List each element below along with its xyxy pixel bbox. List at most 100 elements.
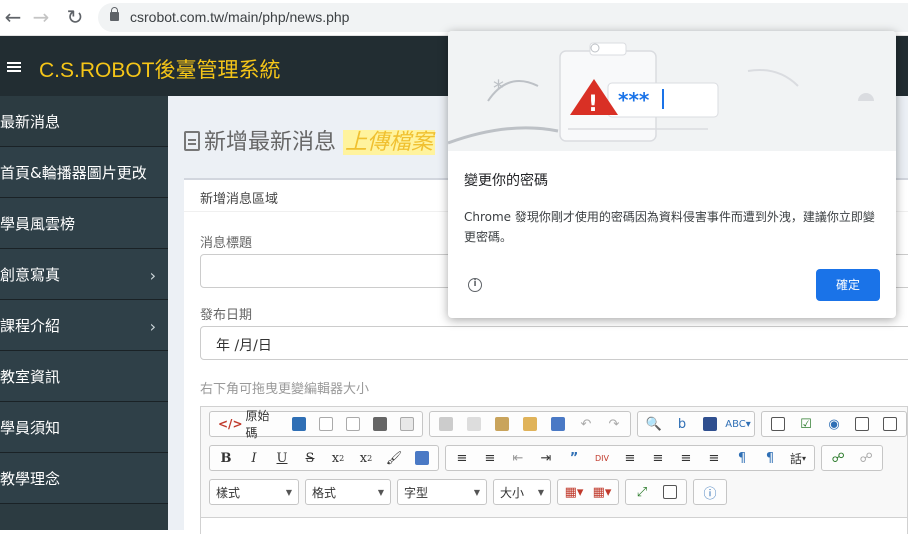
sidebar-item-student-ranking[interactable]: 學員風雲榜 [0, 198, 168, 249]
sidebar-item-student-notice[interactable]: 學員須知 [0, 402, 168, 453]
textarea-icon[interactable] [876, 413, 904, 435]
find-icon[interactable]: 🔍 [640, 413, 668, 435]
sidebar-item-label: 最新消息 [0, 113, 61, 131]
underline-icon[interactable]: U [268, 447, 296, 469]
templates-icon[interactable] [393, 413, 420, 435]
spellcheck-icon[interactable]: ABC▾ [724, 413, 752, 435]
sidebar-item-homepage-carousel[interactable]: 首頁&輪播器圖片更改 [0, 147, 168, 198]
sidebar-item-courses[interactable]: 課程介紹 › [0, 300, 168, 351]
align-left-icon[interactable]: ≡ [616, 447, 644, 469]
chevron-right-icon: › [149, 317, 156, 336]
dialog-message: Chrome 發現你剛才使用的密碼因為資料侵害事件而遭到外洩，建議你立即變更密碼… [464, 210, 875, 244]
superscript-icon[interactable]: x2 [352, 447, 380, 469]
lock-icon [110, 7, 119, 21]
size-dropdown-label: 大小 [500, 485, 525, 500]
forward-arrow-icon[interactable]: → [30, 6, 52, 28]
editor-toolbar-row-2: B I U S x2 x2 🖌 ≡ ≡ ⇤ ⇥ ” DIV ≡ ≡ ≡ ≡ ¶ … [209, 445, 884, 473]
sidebar-item-creative-photos[interactable]: 創意寫真 › [0, 249, 168, 300]
date-input[interactable]: 年 /月/日 [200, 326, 908, 360]
redo-icon[interactable]: ↷ [600, 413, 628, 435]
undo-icon[interactable]: ↶ [572, 413, 600, 435]
textfield-icon[interactable] [848, 413, 876, 435]
document-icon [184, 131, 200, 151]
font-dropdown-label: 字型 [404, 485, 429, 500]
copy-format-icon[interactable]: 🖌 [380, 447, 408, 469]
table-icon[interactable]: ▦▾ [588, 481, 616, 503]
editor-toolbar-row-3: 樣式 ▼ 格式 ▼ 字型 ▼ 大小 ▼ ▦▾ ▦▾ ⤢ ⓘ [209, 479, 727, 507]
confirm-button[interactable]: 確定 [816, 269, 880, 301]
sidebar-item-label: 首頁&輪播器圖片更改 [0, 164, 147, 182]
language-dropdown[interactable]: 話 ▾ [784, 447, 812, 469]
blockquote-icon[interactable]: ” [560, 447, 588, 469]
sidebar: 最新消息 首頁&輪播器圖片更改 學員風雲榜 創意寫真 › 課程介紹 › 教室資訊… [0, 96, 168, 530]
source-button[interactable]: </> 原始碼 [212, 409, 285, 440]
radio-icon[interactable]: ◉ [820, 413, 848, 435]
form-icon[interactable] [764, 413, 792, 435]
sidebar-item-label: 學員風雲榜 [0, 215, 76, 233]
new-page-icon[interactable] [312, 413, 339, 435]
maximize-icon[interactable]: ⤢ [628, 481, 656, 503]
align-right-icon[interactable]: ≡ [672, 447, 700, 469]
subscript-icon[interactable]: x2 [324, 447, 352, 469]
bold-icon[interactable]: B [212, 447, 240, 469]
ltr-icon[interactable]: ¶ [728, 447, 756, 469]
source-code-icon: </> [218, 417, 243, 431]
sidebar-item-teaching-philosophy[interactable]: 教學理念 [0, 453, 168, 504]
remove-format-icon[interactable] [408, 447, 436, 469]
app-title[interactable]: C.S.ROBOT後臺管理系統 [39, 54, 281, 84]
indent-icon[interactable]: ⇥ [532, 447, 560, 469]
styles-dropdown[interactable]: 樣式 ▼ [209, 479, 299, 505]
paste-word-icon[interactable] [544, 413, 572, 435]
italic-icon[interactable]: I [240, 447, 268, 469]
format-dropdown[interactable]: 格式 ▼ [305, 479, 391, 505]
back-arrow-icon[interactable]: ← [2, 6, 24, 28]
outdent-icon[interactable]: ⇤ [504, 447, 532, 469]
replace-icon[interactable]: b [668, 413, 696, 435]
font-dropdown[interactable]: 字型 ▼ [397, 479, 487, 505]
title-field-label: 消息標題 [200, 236, 253, 251]
url-text: csrobot.com.tw/main/php/news.php [130, 9, 350, 25]
editor-content-area[interactable] [201, 517, 907, 535]
size-dropdown[interactable]: 大小 ▼ [493, 479, 551, 505]
svg-text:*: * [493, 77, 504, 102]
toolbar-group-paragraph: ≡ ≡ ⇤ ⇥ ” DIV ≡ ≡ ≡ ≡ ¶ ¶ 話 ▾ [445, 445, 816, 471]
cut-icon[interactable] [432, 413, 460, 435]
save-icon[interactable] [285, 413, 312, 435]
password-breach-dialog: * *** ! 變更你的密碼 Chrome 發現你剛才使用的密碼因為資料侵害事件… [448, 31, 896, 318]
paste-icon[interactable] [488, 413, 516, 435]
select-all-icon[interactable] [696, 413, 724, 435]
sidebar-item-classroom-info[interactable]: 教室資訊 [0, 351, 168, 402]
upload-file-link[interactable]: 上傳檔案 [343, 130, 436, 155]
page-title-text: 新增最新消息 [204, 130, 337, 155]
toolbar-group-forms: ☑ ◉ [761, 411, 907, 437]
toolbar-group-about: ⓘ [693, 479, 727, 505]
strikethrough-icon[interactable]: S [296, 447, 324, 469]
rtl-icon[interactable]: ¶ [756, 447, 784, 469]
justify-icon[interactable]: ≡ [700, 447, 728, 469]
text-color-icon[interactable]: ▦▾ [560, 481, 588, 503]
create-div-icon[interactable]: DIV [588, 447, 616, 469]
checkbox-icon[interactable]: ☑ [792, 413, 820, 435]
info-icon[interactable]: i [468, 278, 482, 292]
date-field-label: 發布日期 [200, 308, 253, 323]
copy-icon[interactable] [460, 413, 488, 435]
align-center-icon[interactable]: ≡ [644, 447, 672, 469]
preview-icon[interactable] [339, 413, 366, 435]
address-bar[interactable]: csrobot.com.tw/main/php/news.php [98, 3, 908, 32]
about-icon[interactable]: ⓘ [696, 481, 724, 503]
paste-text-icon[interactable] [516, 413, 544, 435]
numbered-list-icon[interactable]: ≡ [448, 447, 476, 469]
sidebar-item-label: 教室資訊 [0, 368, 61, 386]
unlink-icon[interactable]: ☍ [852, 447, 880, 469]
sidebar-item-label: 學員須知 [0, 419, 61, 437]
password-breach-illustration: * *** ! [448, 31, 896, 151]
bulleted-list-icon[interactable]: ≡ [476, 447, 504, 469]
dialog-title: 變更你的密碼 [464, 173, 548, 189]
reload-icon[interactable]: ↻ [64, 6, 86, 28]
show-blocks-icon[interactable] [656, 481, 684, 503]
menu-toggle-icon[interactable] [7, 62, 21, 72]
print-icon[interactable] [366, 413, 393, 435]
format-dropdown-label: 格式 [312, 485, 337, 500]
link-icon[interactable]: ☍ [824, 447, 852, 469]
sidebar-item-news[interactable]: 最新消息 [0, 96, 168, 147]
